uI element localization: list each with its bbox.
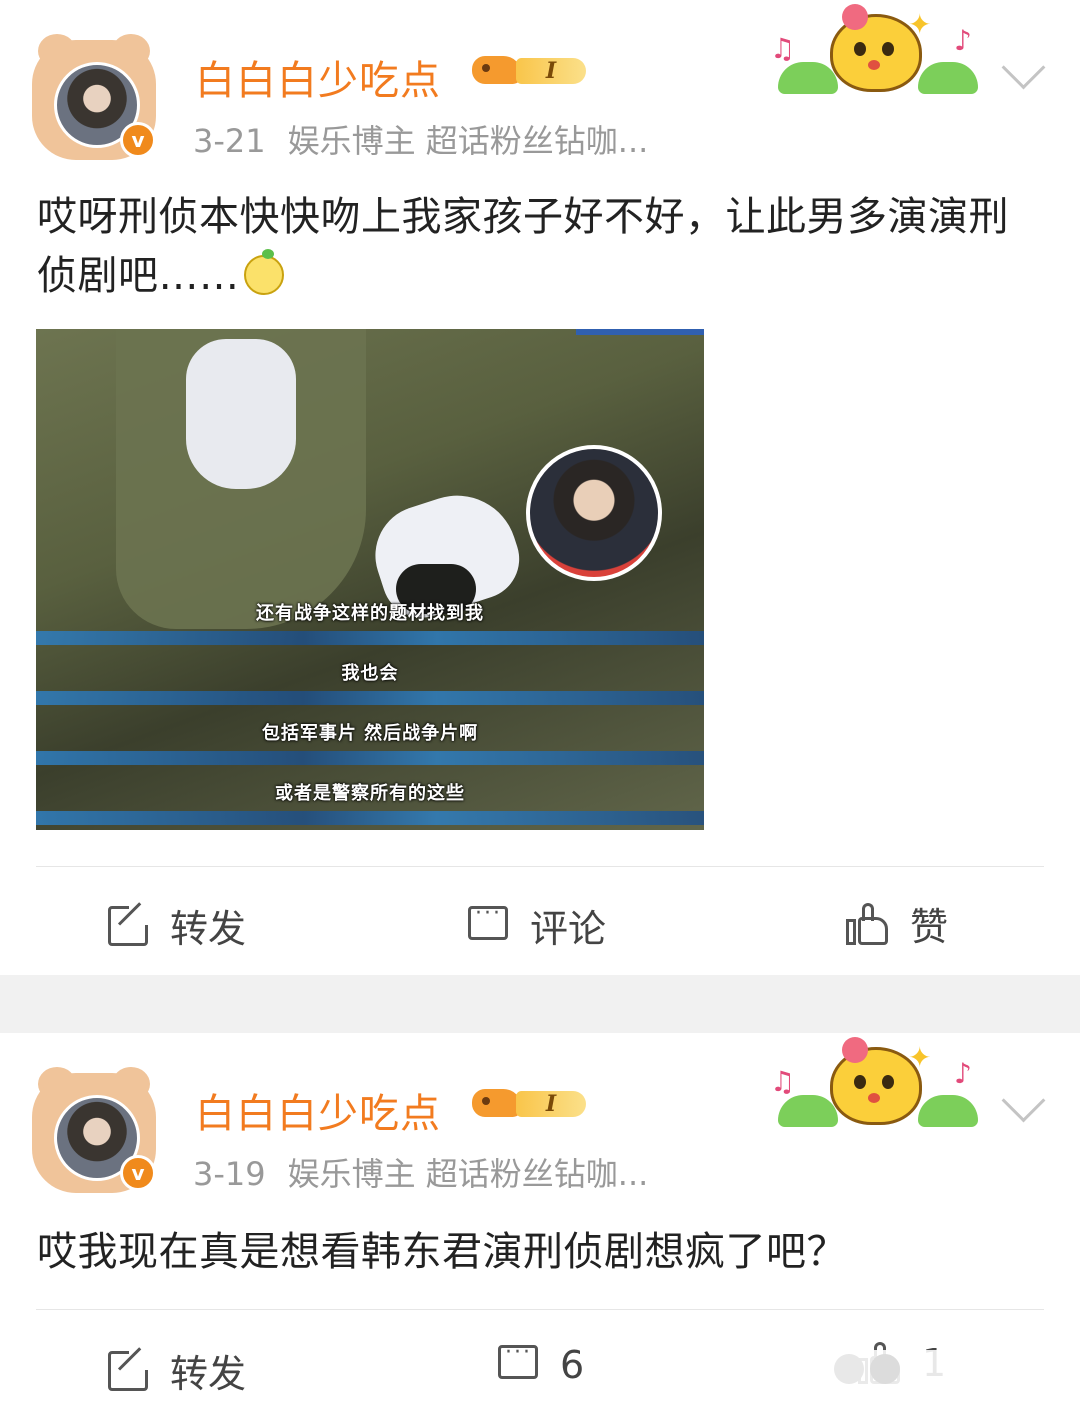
music-note-icon: ♪	[954, 1057, 972, 1090]
subtitle-line: 我也会	[341, 663, 399, 684]
repost-label: 转发	[170, 1352, 247, 1396]
post-text-body: 哎呀刑侦本快快吻上我家孩子好不好，让此男多演演刑侦剧吧……	[37, 194, 1009, 299]
divider	[36, 866, 1044, 867]
post-meta: 3-21 娱乐博主 超话粉丝钻咖...	[193, 116, 648, 162]
decoration-sticker: ✦ ♫ ♪	[770, 1037, 980, 1129]
glove-shape	[186, 339, 296, 489]
caption-strip	[36, 811, 704, 825]
repost-icon	[108, 902, 151, 946]
emoji-icon	[243, 249, 284, 295]
sparkle-icon: ✦	[908, 8, 932, 41]
decoration-sticker: ✦ ♫ ♪	[770, 4, 980, 96]
eye-shape	[854, 1075, 866, 1089]
comment-button[interactable]: 6	[498, 1340, 585, 1387]
post-image[interactable]: 还有战争这样的题材找到我 我也会 包括军事片 然后战争片啊 或者是警察所有的这些	[36, 329, 704, 830]
avatar[interactable]: v	[32, 34, 160, 164]
post-text: 哎呀刑侦本快快吻上我家孩子好不好，让此男多演演刑侦剧吧……	[37, 188, 1037, 306]
music-note-icon: ♪	[954, 24, 972, 57]
channel-bar	[576, 329, 704, 335]
repost-button[interactable]: 转发	[108, 1343, 246, 1398]
bird-icon	[472, 1089, 522, 1117]
repost-icon	[108, 1347, 151, 1391]
subtitle-line: 包括军事片 然后战争片啊	[261, 723, 479, 744]
rank-label: I	[516, 58, 586, 84]
music-note-icon: ♫	[770, 32, 796, 65]
caption-strip	[36, 691, 704, 705]
comment-icon	[468, 901, 508, 946]
divider	[36, 1309, 1044, 1310]
flower-icon	[842, 1037, 868, 1063]
bush-shape	[918, 1095, 978, 1127]
feed-separator	[0, 975, 1080, 1033]
verified-v-icon: v	[120, 122, 156, 158]
music-note-icon: ♫	[770, 1065, 796, 1098]
eye-shape	[882, 42, 894, 56]
chevron-down-icon[interactable]	[1001, 1078, 1046, 1123]
post-source[interactable]: 娱乐博主 超话粉丝钻咖...	[288, 122, 649, 160]
post-date: 3-19	[193, 1155, 266, 1193]
caption-strip	[36, 751, 704, 765]
mouth-shape	[868, 60, 880, 70]
post-date: 3-21	[193, 122, 266, 160]
like-button[interactable]: 赞	[846, 896, 948, 951]
watermark-dot	[834, 1354, 864, 1384]
post-text: 哎我现在真是想看韩东君演刑侦剧想疯了吧？	[37, 1229, 847, 1275]
sparkle-icon: ✦	[908, 1041, 932, 1074]
rank-bird-icon[interactable]: I	[472, 1087, 588, 1119]
post-source[interactable]: 娱乐博主 超话粉丝钻咖...	[288, 1155, 649, 1193]
bird-icon	[472, 56, 522, 84]
comment-label: 评论	[530, 907, 607, 951]
inset-portrait	[526, 445, 662, 581]
post-meta: 3-19 娱乐博主 超话粉丝钻咖...	[193, 1149, 648, 1195]
watermark-overlay	[830, 1350, 1065, 1388]
post-card[interactable]: v 白白白少吃点 I 3-21 娱乐博主 超话粉丝钻咖... ✦ ♫ ♪ 哎呀刑侦…	[0, 0, 1080, 975]
repost-button[interactable]: 转发	[108, 898, 246, 953]
bush-shape	[778, 62, 838, 94]
like-label: 赞	[910, 905, 949, 949]
username[interactable]: 白白白少吃点	[195, 1081, 441, 1139]
subtitle-line: 或者是警察所有的这些	[275, 783, 465, 804]
comment-button[interactable]: 评论	[468, 898, 606, 953]
eye-shape	[882, 1075, 894, 1089]
comment-icon	[498, 1340, 538, 1385]
watermark-dot	[870, 1354, 900, 1384]
like-icon	[846, 902, 888, 945]
caption-strip	[36, 631, 704, 645]
bush-shape	[918, 62, 978, 94]
flower-icon	[842, 4, 868, 30]
eye-shape	[854, 42, 866, 56]
username[interactable]: 白白白少吃点	[195, 48, 441, 106]
repost-label: 转发	[170, 907, 247, 951]
mouth-shape	[868, 1093, 880, 1103]
comment-count: 6	[560, 1343, 585, 1387]
chevron-down-icon[interactable]	[1001, 45, 1046, 90]
subtitle-line: 还有战争这样的题材找到我	[256, 603, 484, 624]
bush-shape	[778, 1095, 838, 1127]
verified-v-icon: v	[120, 1155, 156, 1191]
rank-label: I	[516, 1091, 586, 1117]
avatar[interactable]: v	[32, 1067, 160, 1197]
rank-bird-icon[interactable]: I	[472, 54, 588, 86]
